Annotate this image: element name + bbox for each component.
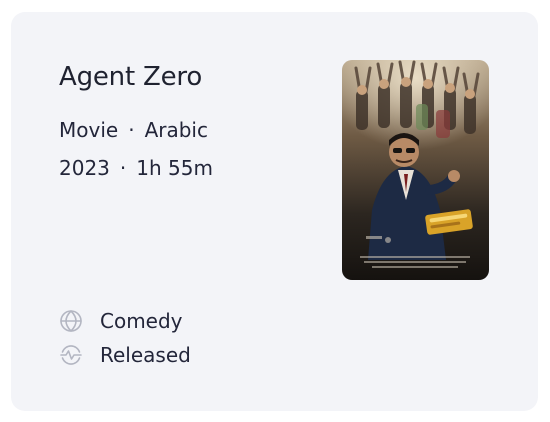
genre-row: Comedy <box>59 308 183 334</box>
media-card: Agent Zero Movie·Arabic 2023·1h 55m <box>11 12 538 411</box>
status-label: Released <box>100 343 191 367</box>
movie-poster[interactable] <box>342 60 489 280</box>
activity-icon <box>59 343 83 367</box>
status-row: Released <box>59 342 191 368</box>
separator-dot: · <box>128 118 135 142</box>
meta-year-runtime: 2023 · 1h 55m <box>59 156 213 180</box>
media-type: Movie <box>59 118 119 142</box>
genre-label: Comedy <box>100 309 183 333</box>
poster-image <box>342 60 489 280</box>
separator-dot: · <box>119 156 127 180</box>
release-year: 2023 <box>59 156 110 180</box>
media-language: Arabic <box>144 118 208 142</box>
globe-icon <box>59 309 83 333</box>
media-title: Agent Zero <box>59 62 203 92</box>
runtime: 1h 55m <box>136 156 213 180</box>
meta-type-language: Movie · Arabic <box>59 118 208 142</box>
